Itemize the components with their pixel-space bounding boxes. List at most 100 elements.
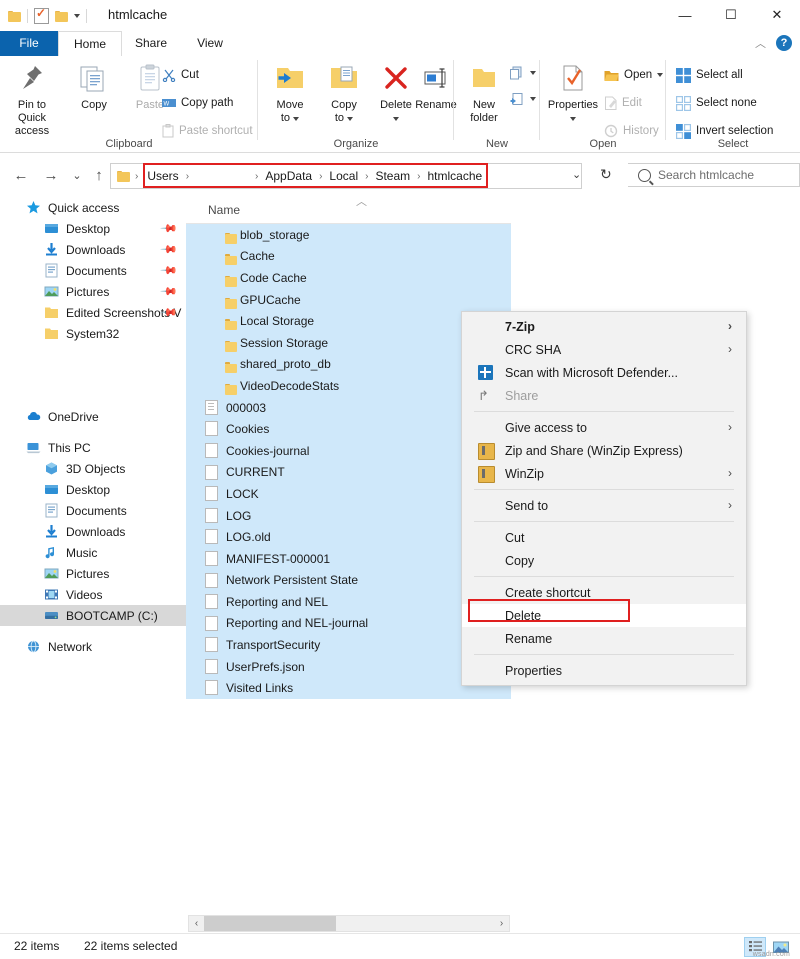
new-folder-icon[interactable] (55, 11, 68, 22)
sidebar-item-edited-screenshots[interactable]: Edited Screenshots V 📌 (0, 302, 186, 323)
context-menu-item-zip-and-share[interactable]: Zip and Share (WinZip Express) (462, 439, 746, 462)
select-none-button[interactable]: Select none (676, 94, 757, 112)
easy-access-button[interactable] (510, 90, 536, 108)
context-menu-item-send-to[interactable]: Send to › (462, 494, 746, 517)
properties-button[interactable]: Properties (542, 60, 604, 125)
breadcrumb-steam[interactable]: Steam (371, 166, 414, 186)
chevron-down-icon[interactable] (347, 117, 353, 121)
sidebar-item-documents[interactable]: Documents 📌 (0, 260, 186, 281)
sidebar-item-videos[interactable]: Videos (0, 584, 186, 605)
address-dropdown-button[interactable]: ⌄ (572, 168, 581, 181)
chevron-down-icon[interactable] (657, 73, 663, 77)
sidebar-item-quick-access[interactable]: Quick access (0, 197, 186, 218)
pin-icon[interactable]: 📌 (160, 282, 179, 301)
edit-button[interactable]: Edit (604, 94, 642, 112)
context-menu-item-rename[interactable]: Rename (462, 627, 746, 650)
table-row[interactable]: blob_storage (186, 224, 511, 246)
sidebar-item-onedrive[interactable]: OneDrive (0, 406, 186, 427)
sidebar-item-network[interactable]: Network (0, 636, 186, 657)
context-menu-item-scan-defender[interactable]: Scan with Microsoft Defender... (462, 361, 746, 384)
winzip-icon (478, 466, 495, 483)
context-menu-item-7-zip[interactable]: 7-Zip › (462, 315, 746, 338)
scroll-right-arrow[interactable]: › (494, 918, 509, 929)
sidebar-item-music[interactable]: Music (0, 542, 186, 563)
minimize-button[interactable]: — (662, 0, 708, 30)
context-menu-item-properties[interactable]: Properties (462, 659, 746, 682)
scrollbar-track[interactable] (204, 916, 494, 931)
pin-icon[interactable]: 📌 (160, 261, 179, 280)
folder-icon[interactable] (8, 11, 21, 22)
context-menu-item-create-shortcut[interactable]: Create shortcut (462, 581, 746, 604)
label: Delete (505, 609, 541, 623)
pin-icon[interactable]: 📌 (160, 240, 179, 259)
context-menu-item-delete[interactable]: Delete (462, 604, 746, 627)
tab-view[interactable]: View (182, 31, 238, 56)
recent-locations-button[interactable]: ⌄ (66, 164, 88, 186)
close-button[interactable]: ✕ (754, 0, 800, 30)
table-row[interactable]: GPUCache (186, 289, 511, 311)
tab-share[interactable]: Share (120, 31, 182, 56)
column-header-name[interactable]: Name (208, 203, 240, 217)
cut-button[interactable]: Cut (162, 66, 199, 84)
new-folder-button[interactable]: New folder (456, 60, 512, 125)
chevron-down-icon[interactable] (570, 117, 576, 121)
breadcrumb-appdata[interactable]: AppData (261, 166, 316, 186)
breadcrumb-users[interactable]: Users (143, 166, 182, 186)
refresh-button[interactable]: ↻ (600, 166, 612, 183)
breadcrumb-username[interactable] (192, 166, 252, 186)
context-menu-item-give-access-to[interactable]: Give access to › (462, 416, 746, 439)
chevron-down-icon[interactable] (74, 14, 80, 18)
table-row[interactable]: Cache (186, 246, 511, 268)
maximize-button[interactable]: ☐ (708, 0, 754, 30)
context-menu-item-share[interactable]: ↱ Share (462, 384, 746, 407)
copy-path-button[interactable]: W Copy path (162, 94, 233, 112)
context-menu-item-copy[interactable]: Copy (462, 549, 746, 572)
tab-home[interactable]: Home (58, 31, 122, 58)
scroll-left-arrow[interactable]: ‹ (189, 918, 204, 929)
breadcrumb-htmlcache[interactable]: htmlcache (423, 166, 486, 186)
new-item-button[interactable] (510, 64, 536, 82)
chevron-down-icon[interactable] (530, 71, 536, 75)
move-to-button[interactable]: Move to (262, 60, 318, 125)
chevron-up-icon[interactable]: ︿ (755, 35, 766, 51)
horizontal-scrollbar[interactable]: ‹ › (188, 915, 510, 932)
forward-button[interactable]: → (40, 164, 62, 186)
chevron-down-icon[interactable] (530, 97, 536, 101)
search-box[interactable]: Search htmlcache (628, 163, 800, 187)
tab-file[interactable]: File (0, 31, 58, 56)
context-menu-item-winzip[interactable]: WinZip › (462, 462, 746, 485)
sidebar-item-bootcamp-drive[interactable]: BOOTCAMP (C:) (0, 605, 186, 626)
pin-icon[interactable]: 📌 (160, 219, 179, 238)
select-all-button[interactable]: Select all (676, 66, 743, 84)
sidebar-item-3d-objects[interactable]: 3D Objects (0, 458, 186, 479)
properties-icon[interactable] (34, 8, 49, 24)
sidebar-item-this-pc[interactable]: This PC (0, 437, 186, 458)
file-name: Cookies-journal (205, 444, 309, 458)
sidebar-item-downloads-pc[interactable]: Downloads (0, 521, 186, 542)
file-icon (205, 421, 218, 436)
back-button[interactable]: ← (10, 164, 32, 186)
copy-button[interactable]: Copy (66, 60, 122, 112)
chevron-down-icon[interactable] (293, 117, 299, 121)
context-menu-item-cut[interactable]: Cut (462, 526, 746, 549)
breadcrumb-local[interactable]: Local (325, 166, 362, 186)
sidebar-item-desktop-pc[interactable]: Desktop (0, 479, 186, 500)
chevron-down-icon[interactable] (393, 117, 399, 121)
context-menu[interactable]: 7-Zip › CRC SHA › Scan with Microsoft De… (461, 311, 747, 686)
address-path-box[interactable]: › Users › › AppData › Local › Steam › ht… (110, 163, 582, 189)
up-button[interactable]: ↑ (88, 164, 110, 186)
navigation-pane[interactable]: Quick access Desktop 📌 Downloads 📌 Docum… (0, 197, 186, 917)
copy-to-button[interactable]: Copy to (316, 60, 372, 125)
sidebar-item-downloads[interactable]: Downloads 📌 (0, 239, 186, 260)
open-button[interactable]: Open (604, 66, 663, 84)
table-row[interactable]: Code Cache (186, 267, 511, 289)
sidebar-item-documents-pc[interactable]: Documents (0, 500, 186, 521)
sidebar-item-system32[interactable]: System32 (0, 323, 186, 344)
pin-to-quick-access-button[interactable]: Pin to Quick access (4, 60, 60, 138)
context-menu-item-crc-sha[interactable]: CRC SHA › (462, 338, 746, 361)
sidebar-item-pictures[interactable]: Pictures 📌 (0, 281, 186, 302)
sidebar-item-desktop[interactable]: Desktop 📌 (0, 218, 186, 239)
sidebar-item-pictures-pc[interactable]: Pictures (0, 563, 186, 584)
help-icon[interactable]: ? (776, 35, 792, 51)
scrollbar-thumb[interactable] (204, 916, 336, 931)
